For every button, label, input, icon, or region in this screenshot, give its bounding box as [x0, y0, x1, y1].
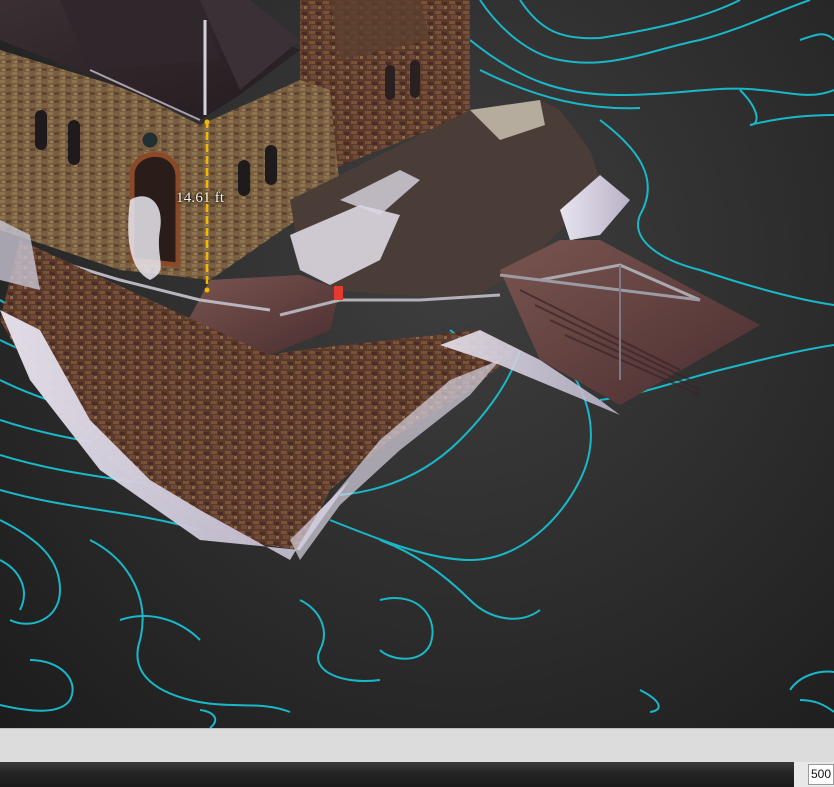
status-panel [0, 728, 834, 763]
measurement-label: 14.61 ft [176, 190, 225, 206]
zoom-level-field[interactable]: 500 [808, 764, 834, 785]
measurement-end-point [204, 287, 210, 293]
progress-bar [0, 762, 794, 787]
status-bar: 500 [0, 762, 834, 787]
app-window: 14.61 ft 500 [0, 0, 834, 787]
scene-canvas [0, 0, 834, 728]
measurement-start-point [204, 119, 210, 125]
point-cloud-viewport[interactable]: 14.61 ft [0, 0, 834, 728]
